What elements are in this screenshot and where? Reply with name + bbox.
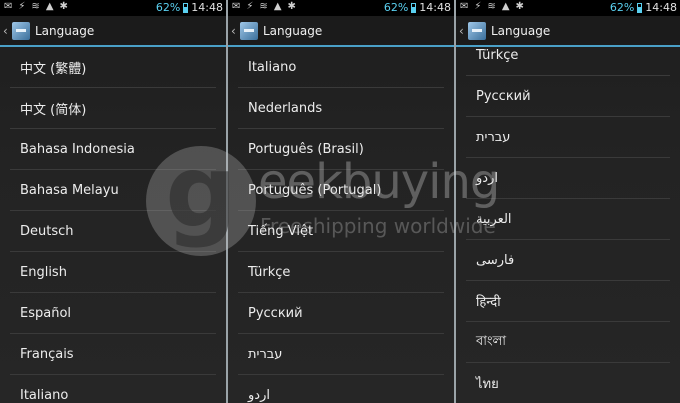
language-list: 中文 (繁體) 中文 (简体) Bahasa Indonesia Bahasa … [0, 47, 226, 403]
settings-app-icon[interactable] [240, 21, 258, 40]
screen-1: ✉ ⚡ ≋ ▲ ✱ 62% 14:48 ‹ Language 中文 (繁體) 中… [0, 0, 226, 403]
language-item[interactable]: हिन्दी [466, 281, 670, 322]
bug-icon: ✱ [287, 1, 296, 12]
status-icons: ✉ ⚡ ≋ ▲ ✱ [232, 1, 296, 12]
language-item[interactable]: اردو [238, 375, 444, 403]
language-item[interactable]: Bahasa Indonesia [10, 129, 216, 170]
usb-icon: ⚡ [246, 1, 254, 12]
battery-percent: 62% [383, 1, 409, 14]
language-item[interactable]: Italiano [10, 375, 216, 403]
warning-icon: ▲ [45, 1, 54, 12]
language-list: Türkçe Русский עברית اردو العربية فارسی … [456, 35, 680, 403]
status-right: 62% 14:48 [610, 1, 677, 14]
status-bar: ✉ ⚡ ≋ ▲ ✱ 62% 14:48 [456, 0, 680, 16]
language-item[interactable]: Português (Portugal) [238, 170, 444, 211]
clock: 14:48 [419, 1, 451, 14]
language-item[interactable]: עברית [466, 117, 670, 158]
status-bar: ✉ ⚡ ≋ ▲ ✱ 62% 14:48 [0, 0, 226, 16]
battery-percent: 62% [609, 1, 635, 14]
warning-icon: ▲ [501, 1, 510, 12]
usb-icon: ⚡ [474, 1, 482, 12]
language-item[interactable]: Nederlands [238, 88, 444, 129]
action-bar: ‹ Language [0, 16, 226, 47]
battery-icon [411, 2, 417, 13]
screen-2: ✉ ⚡ ≋ ▲ ✱ 62% 14:48 ‹ Language Italiano … [228, 0, 454, 403]
status-bar: ✉ ⚡ ≋ ▲ ✱ 62% 14:48 [228, 0, 454, 16]
language-item[interactable]: বাংলা [466, 322, 670, 363]
wifi-icon: ≋ [259, 1, 268, 12]
language-item[interactable]: ไทย [466, 363, 670, 403]
battery-percent: 62% [155, 1, 181, 14]
language-item[interactable]: العربية [466, 199, 670, 240]
wifi-icon: ≋ [487, 1, 496, 12]
back-icon[interactable]: ‹ [3, 24, 10, 38]
page-title: Language [263, 23, 323, 38]
language-item[interactable]: Русский [238, 293, 444, 334]
status-right: 62% 14:48 [156, 1, 223, 14]
warning-icon: ▲ [273, 1, 282, 12]
status-right: 62% 14:48 [384, 1, 451, 14]
action-bar: ‹ Language [228, 16, 454, 47]
language-item[interactable]: Français [10, 334, 216, 375]
bug-icon: ✱ [59, 1, 68, 12]
screen-3: ✉ ⚡ ≋ ▲ ✱ 62% 14:48 ‹ Language Türkçe Ру… [456, 0, 680, 403]
language-item[interactable]: English [10, 252, 216, 293]
screens: ✉ ⚡ ≋ ▲ ✱ 62% 14:48 ‹ Language 中文 (繁體) 中… [0, 0, 680, 403]
status-icons: ✉ ⚡ ≋ ▲ ✱ [4, 1, 68, 12]
language-item[interactable]: עברית [238, 334, 444, 375]
language-list: Italiano Nederlands Português (Brasil) P… [228, 47, 454, 403]
status-icons: ✉ ⚡ ≋ ▲ ✱ [460, 1, 524, 12]
notification-icon: ✉ [460, 1, 469, 12]
language-item[interactable]: 中文 (简体) [10, 88, 216, 129]
usb-icon: ⚡ [18, 1, 26, 12]
notification-icon: ✉ [232, 1, 241, 12]
language-item[interactable]: فارسی [466, 240, 670, 281]
language-item[interactable]: Türkçe [466, 35, 670, 76]
language-item[interactable]: Tiếng Việt [238, 211, 444, 252]
battery-icon [637, 2, 643, 13]
settings-app-icon[interactable] [12, 21, 30, 40]
clock: 14:48 [191, 1, 223, 14]
language-item[interactable]: Türkçe [238, 252, 444, 293]
language-item[interactable]: Italiano [238, 47, 444, 88]
language-item[interactable]: Español [10, 293, 216, 334]
notification-icon: ✉ [4, 1, 13, 12]
language-item[interactable]: 中文 (繁體) [10, 47, 216, 88]
page-title: Language [35, 23, 95, 38]
wifi-icon: ≋ [31, 1, 40, 12]
language-item[interactable]: اردو [466, 158, 670, 199]
language-item[interactable]: Português (Brasil) [238, 129, 444, 170]
clock: 14:48 [645, 1, 677, 14]
language-item[interactable]: Bahasa Melayu [10, 170, 216, 211]
bug-icon: ✱ [515, 1, 524, 12]
language-item[interactable]: Русский [466, 76, 670, 117]
language-item[interactable]: Deutsch [10, 211, 216, 252]
back-icon[interactable]: ‹ [231, 24, 238, 38]
battery-icon [183, 2, 189, 13]
